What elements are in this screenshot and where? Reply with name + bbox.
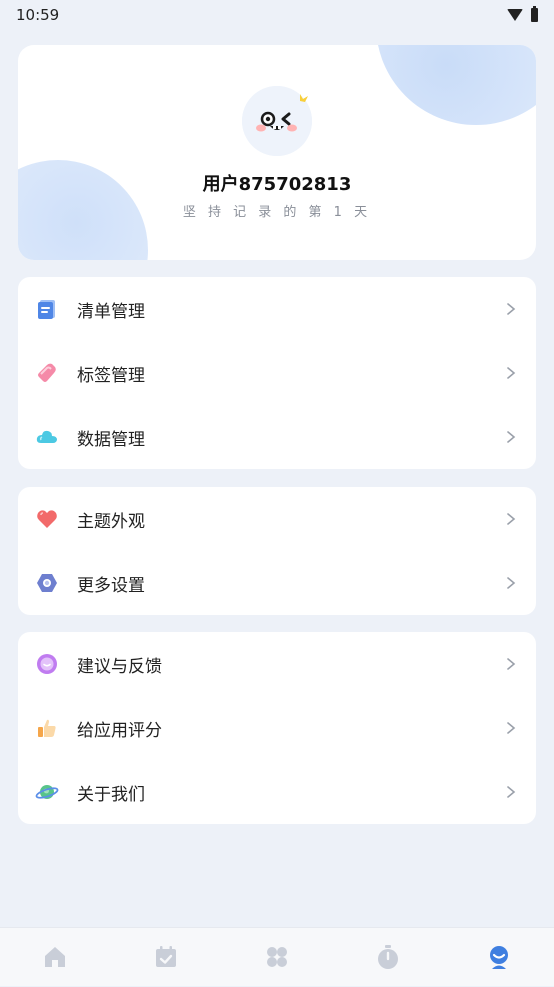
thumbs-up-icon	[35, 716, 59, 740]
tab-home[interactable]	[25, 928, 85, 987]
menu-item-label: 清单管理	[77, 301, 145, 322]
menu-group-appearance: 主题外观 更多设置	[18, 487, 536, 615]
calendar-check-icon	[156, 946, 177, 967]
menu-item-label: 建议与反馈	[77, 656, 162, 677]
profile-card[interactable]: 用户875702813 坚 持 记 录 的 第 1 天	[18, 45, 536, 260]
menu-group-management: 清单管理 标签管理 数据管理	[18, 277, 536, 469]
menu-group-about: 建议与反馈 给应用评分 关于我们	[18, 632, 536, 824]
chevron-right-icon	[504, 302, 518, 316]
menu-item-list-management[interactable]: 清单管理	[18, 277, 536, 341]
cloud-icon	[35, 425, 59, 449]
profile-icon	[489, 946, 508, 969]
tab-apps[interactable]	[247, 928, 307, 987]
menu-item-feedback[interactable]: 建议与反馈	[18, 632, 536, 696]
menu-item-rate-app[interactable]: 给应用评分	[18, 696, 536, 760]
chevron-right-icon	[504, 366, 518, 380]
planet-icon	[35, 780, 59, 804]
username: 用户875702813	[202, 174, 352, 195]
menu-item-label: 标签管理	[77, 365, 145, 386]
chat-bubble-icon	[35, 652, 59, 676]
menu-item-about-us[interactable]: 关于我们	[18, 760, 536, 824]
heart-icon	[35, 507, 59, 531]
menu-item-tag-management[interactable]: 标签管理	[18, 341, 536, 405]
home-icon	[45, 947, 66, 967]
status-bar: 10:59	[0, 0, 554, 30]
menu-item-label: 给应用评分	[77, 720, 162, 741]
avatar[interactable]	[242, 86, 312, 156]
chevron-right-icon	[504, 657, 518, 671]
tab-calendar[interactable]	[136, 928, 196, 987]
tag-icon	[35, 361, 59, 385]
winking-face-avatar-icon	[242, 86, 312, 156]
status-icons	[507, 6, 538, 22]
streak-days-text: 坚 持 记 录 的 第 1 天	[182, 205, 372, 220]
battery-icon	[531, 6, 538, 22]
chevron-right-icon	[504, 512, 518, 526]
menu-item-label: 更多设置	[77, 575, 145, 596]
chevron-right-icon	[504, 430, 518, 444]
grid-icon	[266, 947, 287, 967]
status-time: 10:59	[16, 6, 60, 24]
decor-blob-top-right	[376, 45, 536, 125]
wifi-icon	[507, 9, 523, 21]
menu-item-label: 关于我们	[77, 784, 145, 805]
menu-item-theme[interactable]: 主题外观	[18, 487, 536, 551]
timer-icon	[377, 945, 398, 969]
tab-timer[interactable]	[358, 928, 418, 987]
list-doc-icon	[35, 297, 59, 321]
chevron-right-icon	[504, 721, 518, 735]
menu-item-more-settings[interactable]: 更多设置	[18, 551, 536, 615]
tab-profile[interactable]	[469, 928, 529, 987]
bottom-tab-bar	[0, 927, 554, 986]
chevron-right-icon	[504, 576, 518, 590]
chevron-right-icon	[504, 785, 518, 799]
menu-item-label: 数据管理	[77, 429, 145, 450]
hex-settings-icon	[35, 571, 59, 595]
menu-item-label: 主题外观	[77, 511, 145, 532]
menu-item-data-management[interactable]: 数据管理	[18, 405, 536, 469]
